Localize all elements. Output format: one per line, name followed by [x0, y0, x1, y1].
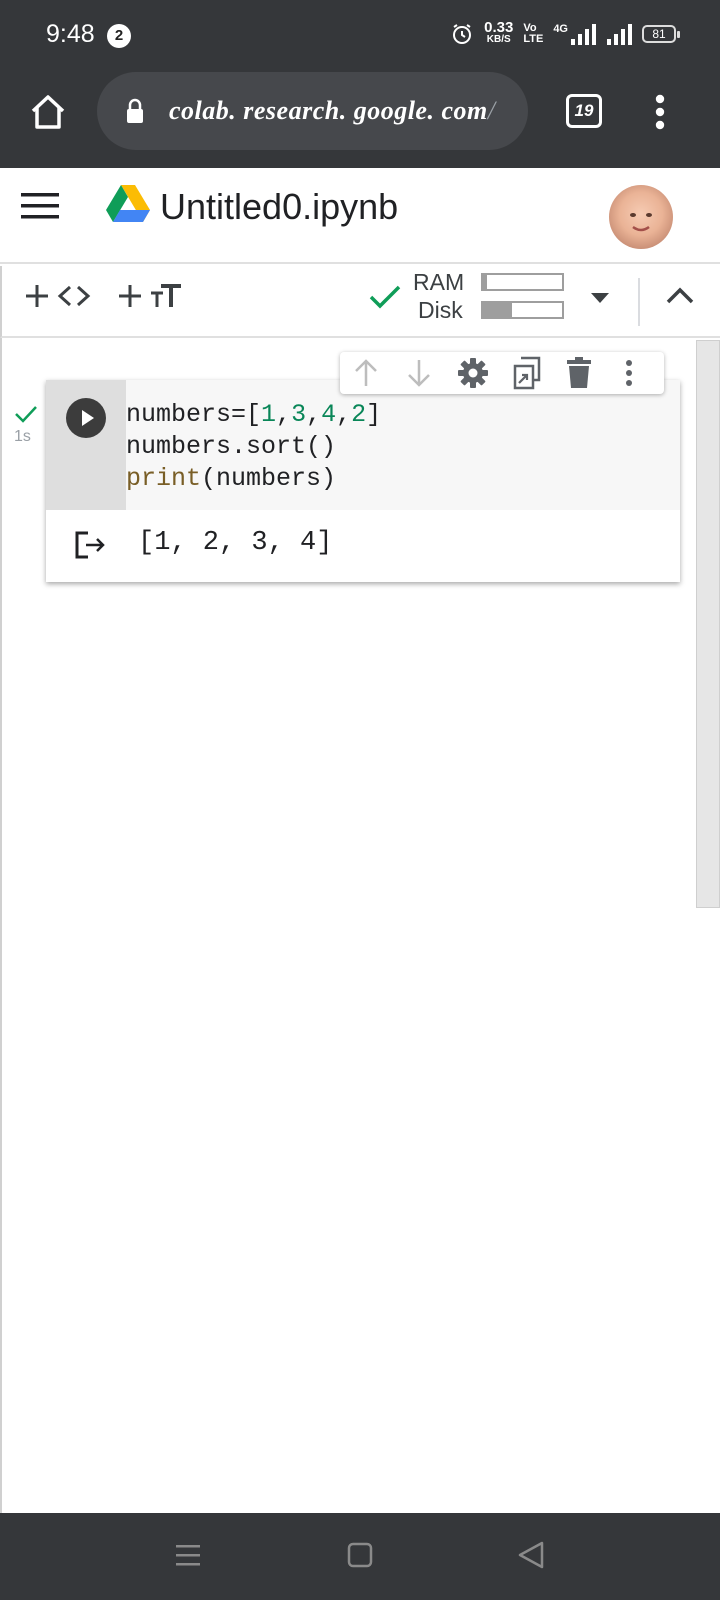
android-navigation-bar [0, 1513, 720, 1600]
collapse-chevron-up-icon[interactable] [666, 286, 694, 304]
code-token: 3 [291, 400, 307, 429]
notification-count-badge: 2 [107, 24, 131, 48]
signal-strength-2-icon [607, 24, 632, 45]
runtime-dropdown-icon[interactable] [590, 292, 610, 304]
cell-more-options-icon[interactable] [624, 359, 634, 387]
browser-menu-icon[interactable] [654, 94, 666, 130]
battery-level: 81 [652, 27, 666, 41]
move-cell-down-icon[interactable] [405, 358, 433, 388]
run-cell-button[interactable] [66, 398, 106, 438]
user-avatar[interactable] [609, 185, 673, 249]
recent-apps-menu-icon[interactable] [175, 1543, 201, 1567]
volte-indicator: Vo LTE [523, 23, 543, 45]
play-icon [82, 410, 94, 426]
code-token: 2 [351, 400, 367, 429]
notebook-title[interactable]: Untitled0.ipynb [160, 186, 398, 228]
home-icon[interactable] [28, 92, 68, 132]
url-text: colab. research. google. com/ [169, 96, 495, 126]
add-code-cell-button[interactable] [26, 283, 92, 309]
output-icon[interactable] [74, 530, 106, 560]
code-cell[interactable]: numbers=[1,3,4,2] numbers.sort() print(n… [46, 380, 680, 582]
code-token: print [126, 464, 202, 493]
address-bar[interactable]: colab. research. google. com/ [97, 72, 528, 150]
mirror-cell-icon[interactable] [512, 356, 542, 390]
home-square-icon[interactable] [347, 1541, 373, 1569]
google-drive-icon [106, 185, 150, 222]
execution-time: 1s [14, 428, 31, 445]
status-icons: 0.33 KB/S Vo LTE 4G 81 [450, 19, 680, 46]
move-cell-up-icon[interactable] [352, 358, 380, 388]
toolbar-divider [638, 278, 640, 326]
avatar-face-icon [630, 213, 652, 232]
ram-usage-bar[interactable] [481, 273, 564, 291]
code-token: (numbers) [201, 464, 337, 493]
disk-usage-bar[interactable] [481, 301, 564, 319]
cell-output: [1, 2, 3, 4] [138, 528, 333, 558]
tab-switcher-button[interactable]: 19 [566, 94, 602, 128]
url-host: colab. research. google. com [169, 96, 488, 125]
cell-toolbar [340, 352, 664, 394]
network-speed: 0.33 KB/S [484, 19, 514, 46]
code-token: ] [366, 400, 382, 429]
status-bar: 9:48 2 0.33 KB/S Vo LTE 4G 81 [0, 0, 720, 70]
scrollbar[interactable] [696, 340, 720, 908]
alarm-icon [453, 24, 472, 44]
code-token: , [336, 400, 352, 429]
browser-toolbar: colab. research. google. com/ 19 [0, 70, 720, 168]
signal-strength-icon [571, 24, 596, 45]
notebook-toolbar: RAM Disk [0, 266, 720, 338]
disk-usage-fill [483, 303, 513, 317]
ram-usage-fill [483, 275, 487, 289]
add-text-cell-button[interactable] [119, 283, 183, 309]
code-line: print(numbers) [126, 464, 336, 493]
lock-icon [127, 98, 143, 123]
colab-header: Untitled0.ipynb [0, 168, 720, 264]
back-triangle-icon[interactable] [517, 1540, 545, 1570]
battery-icon: 81 [642, 25, 680, 43]
network-type: 4G [553, 23, 568, 35]
code-token: , [306, 400, 322, 429]
volte-bottom: LTE [523, 33, 544, 45]
delete-cell-trash-icon[interactable] [566, 357, 592, 389]
hamburger-menu-icon[interactable] [21, 192, 59, 220]
code-token: 1 [261, 400, 277, 429]
code-line: numbers.sort() [126, 432, 336, 461]
cell-gutter [46, 380, 126, 510]
ram-label: RAM [413, 269, 465, 295]
disk-label: Disk [418, 297, 463, 323]
net-speed-value: 0.33 [484, 19, 514, 36]
code-token: , [276, 400, 292, 429]
net-speed-unit: KB/S [486, 34, 511, 45]
code-token: numbers.sort() [126, 432, 337, 461]
cell-settings-gear-icon[interactable] [457, 357, 489, 389]
execution-success-check-icon [15, 406, 37, 423]
connected-check-icon[interactable] [369, 284, 401, 310]
status-time: 9:48 [46, 20, 95, 48]
code-token: 4 [321, 400, 337, 429]
code-token: numbers=[ [126, 400, 262, 429]
code-line: numbers=[1,3,4,2] [126, 400, 381, 429]
url-suffix: / [487, 96, 496, 125]
